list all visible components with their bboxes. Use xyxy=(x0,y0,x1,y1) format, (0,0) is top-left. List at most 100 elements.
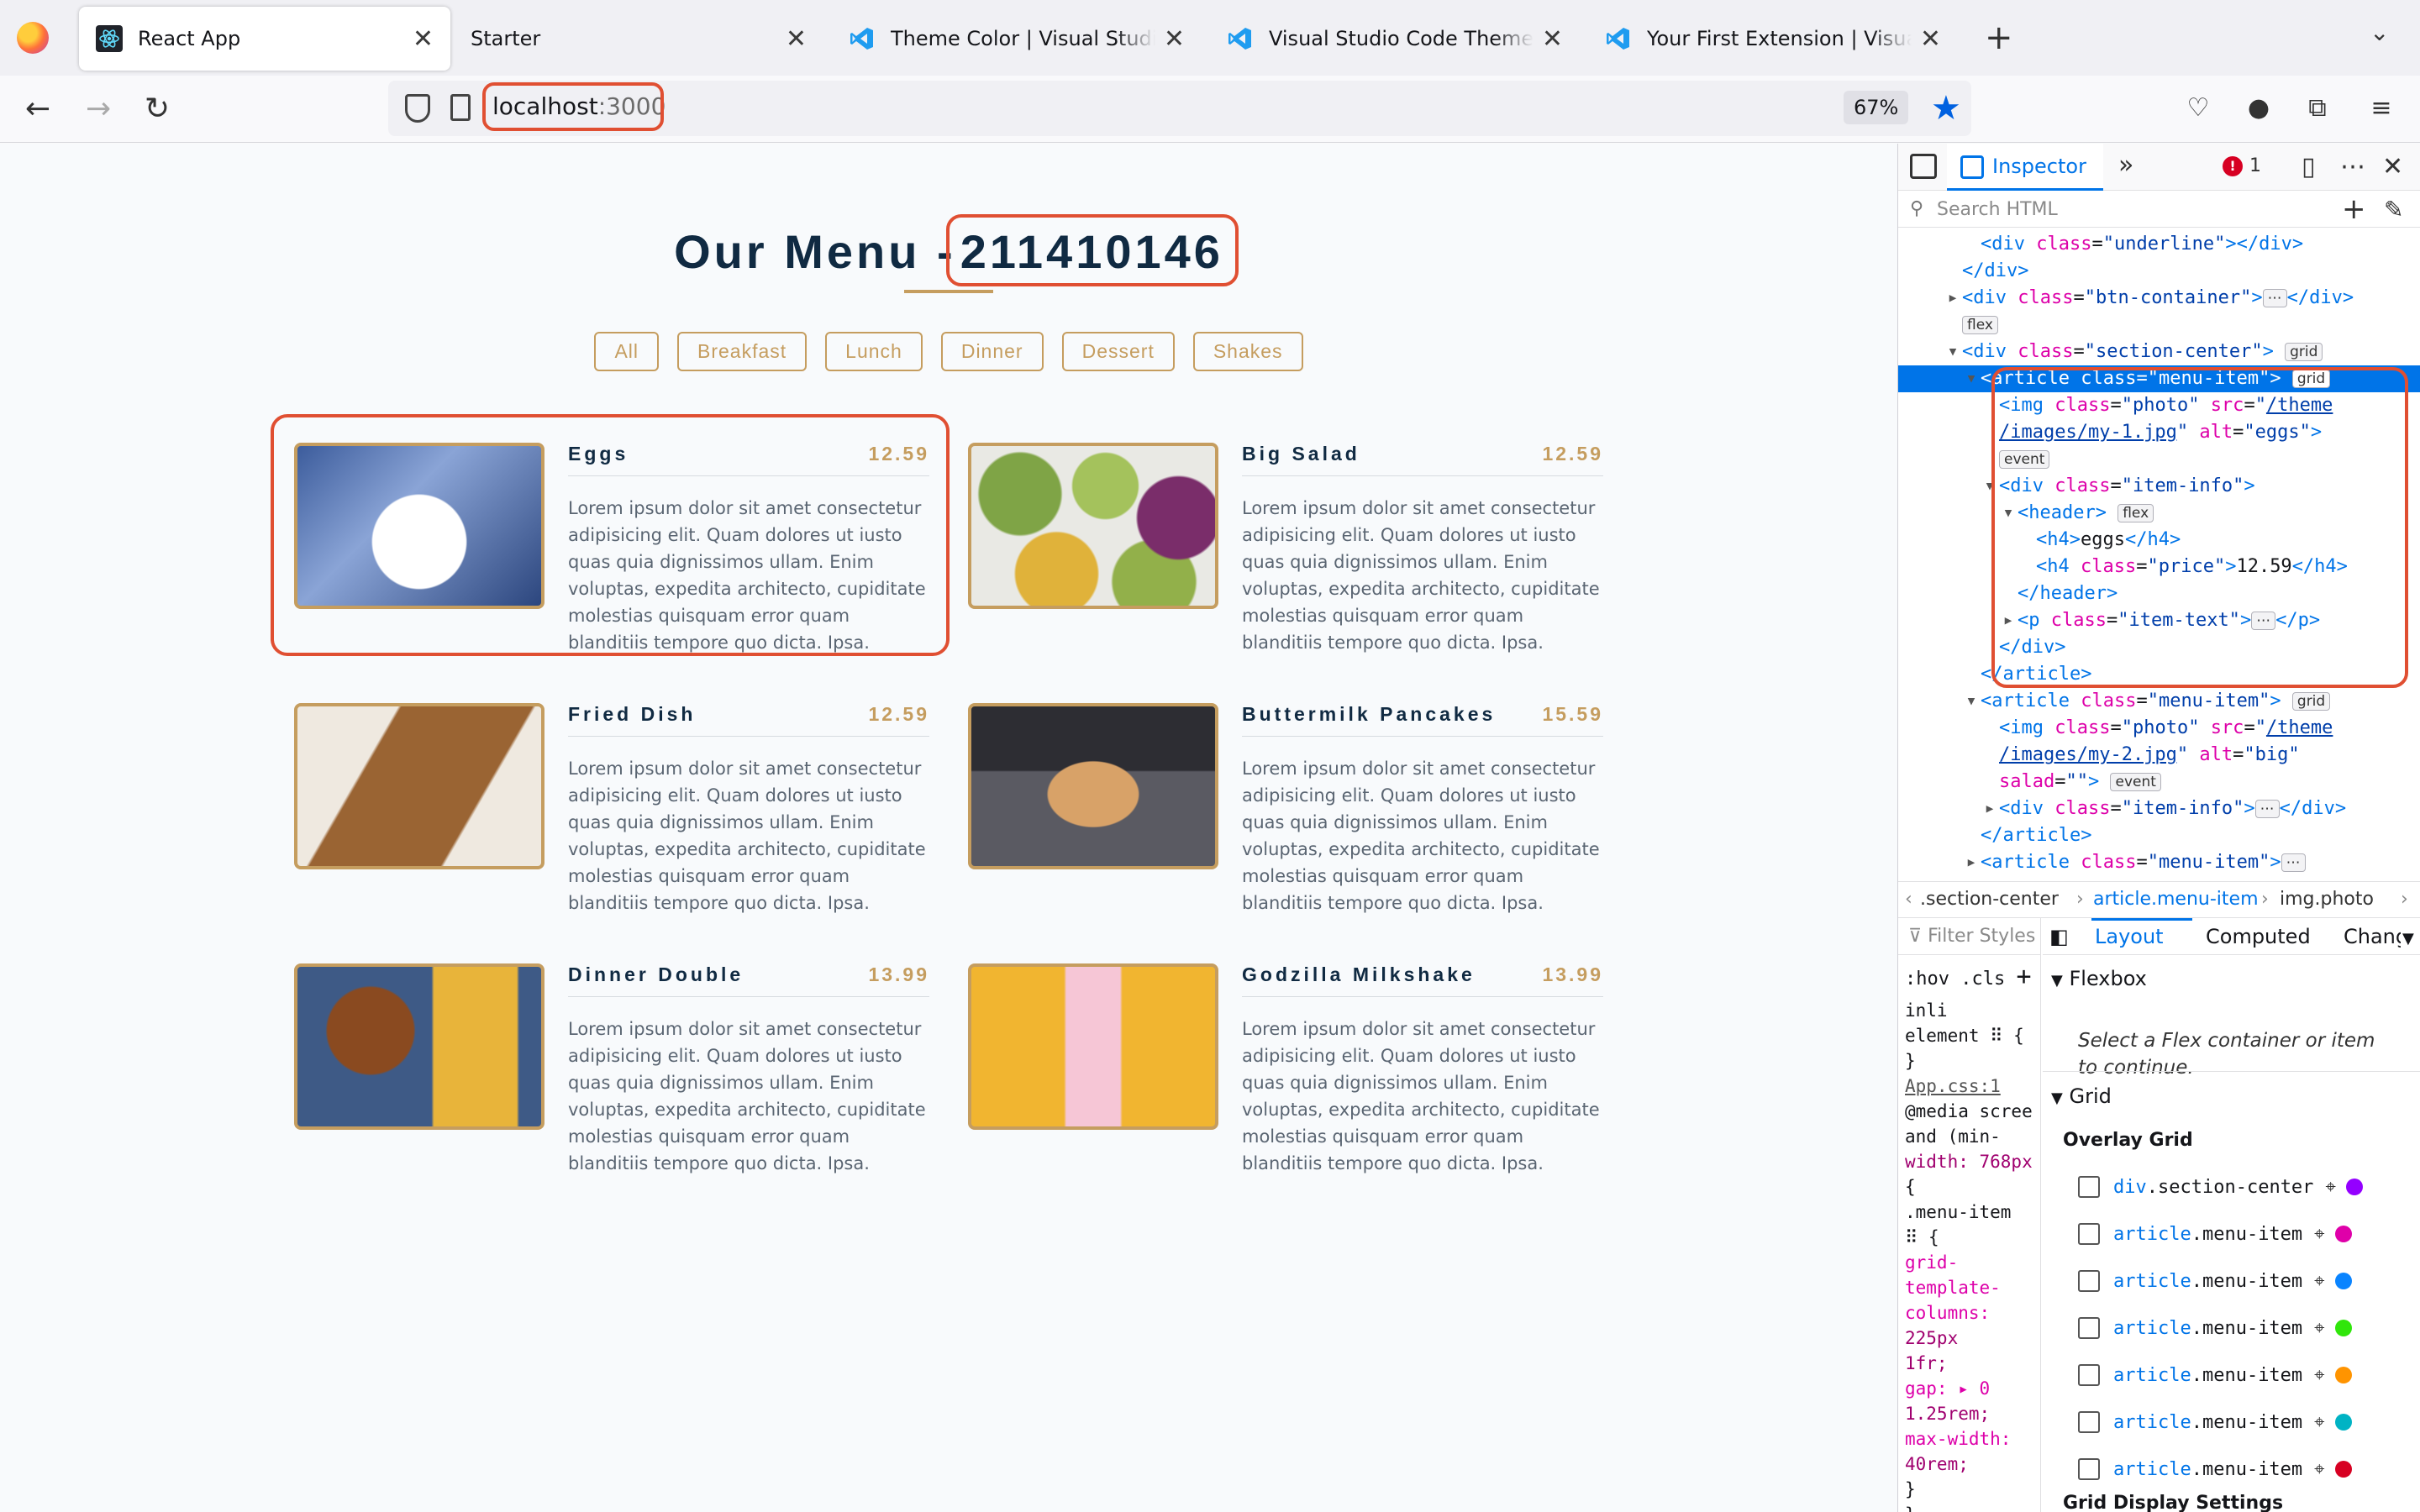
reload-button[interactable]: ↻ xyxy=(145,91,170,128)
expand-toggle-icon[interactable]: ▾ xyxy=(1944,339,1962,365)
add-node-button[interactable]: + xyxy=(2342,192,2366,226)
overlay-grid-row[interactable]: article.menu-item ⌖ xyxy=(2078,1405,2414,1439)
new-tab-button[interactable]: + xyxy=(1985,18,2013,57)
filter-button-breakfast[interactable]: Breakfast xyxy=(677,332,808,371)
breadcrumb-item[interactable]: img.photo xyxy=(2280,882,2374,917)
expand-toggle-icon[interactable]: ▸ xyxy=(1962,849,1981,876)
tab-changes[interactable]: Changes xyxy=(2344,925,2401,948)
highlight-target-icon[interactable]: ⌖ xyxy=(2314,1224,2324,1245)
app-menu-icon[interactable]: ≡ xyxy=(2366,92,2396,123)
search-html-input[interactable]: Search HTML xyxy=(1937,199,2058,220)
expand-toggle-icon[interactable]: ▾ xyxy=(1981,473,1999,500)
element-picker-icon[interactable] xyxy=(1910,154,1937,179)
markup-node[interactable]: ▾ <article class="menu-item"> grid xyxy=(1898,688,2420,715)
markup-node[interactable]: <h4 class="price">12.59</h4> xyxy=(1898,554,2420,580)
highlight-target-icon[interactable]: ⌖ xyxy=(2314,1412,2324,1433)
overlay-checkbox[interactable] xyxy=(2078,1270,2100,1292)
overlay-checkbox[interactable] xyxy=(2078,1411,2100,1433)
grid-section-header[interactable]: ▼ Grid xyxy=(2043,1084,2420,1108)
tracking-protection-shield-icon[interactable] xyxy=(405,94,430,123)
tab-first-extension[interactable]: Your First Extension | Visual Studio Cod… xyxy=(1588,7,1958,71)
expand-toggle-icon[interactable]: ▾ xyxy=(1962,365,1981,392)
devtools-menu-icon[interactable]: ⋯ xyxy=(2340,152,2365,181)
overlay-grid-row[interactable]: article.menu-item ⌖ xyxy=(2078,1264,2414,1298)
filter-button-dessert[interactable]: Dessert xyxy=(1061,332,1175,371)
markup-node[interactable]: </div> xyxy=(1898,258,2420,285)
grid-color-swatch[interactable] xyxy=(2334,1367,2352,1383)
add-rule-icon[interactable]: + xyxy=(2016,962,2031,991)
html-search-bar[interactable]: ⚲ Search HTML + ✎ xyxy=(1898,191,2420,228)
tab-react-app[interactable]: React App ✕ xyxy=(79,7,450,71)
filter-button-shakes[interactable]: Shakes xyxy=(1192,332,1303,371)
grid-color-swatch[interactable] xyxy=(2334,1461,2352,1478)
markup-node[interactable]: ▸ <p class="item-text"> ⋯ </p> xyxy=(1898,607,2420,634)
expand-toggle-icon[interactable]: ▸ xyxy=(1999,607,2018,634)
overlay-checkbox[interactable] xyxy=(2078,1223,2100,1245)
markup-node[interactable]: event xyxy=(1898,446,2420,473)
filter-button-lunch[interactable]: Lunch xyxy=(825,332,923,371)
firefox-icon[interactable] xyxy=(17,22,49,54)
tab-vscode-themes[interactable]: Visual Studio Code Themes ✕ xyxy=(1210,7,1580,71)
close-tab-icon[interactable]: ✕ xyxy=(413,24,434,54)
expand-toggle-icon[interactable]: ▸ xyxy=(1981,795,1999,822)
markup-node[interactable]: /images/my-1.jpg" alt="eggs"> xyxy=(1898,419,2420,446)
overlay-checkbox[interactable] xyxy=(2078,1364,2100,1386)
markup-node[interactable]: ▾ <header> flex xyxy=(1898,500,2420,527)
sidebar-toggle-icon[interactable]: ◧ xyxy=(2049,925,2069,948)
markup-node[interactable]: </header> xyxy=(1898,580,2420,607)
tab-theme-color[interactable]: Theme Color | Visual Studio Code ✕ xyxy=(832,7,1202,71)
page-info-icon[interactable] xyxy=(450,94,471,121)
markup-node[interactable]: ▾ <div class="item-info"> xyxy=(1898,473,2420,500)
pocket-icon[interactable]: ♡ xyxy=(2183,92,2213,123)
tab-computed[interactable]: Computed xyxy=(2206,925,2311,948)
expand-toggle-icon[interactable]: ▾ xyxy=(1962,688,1981,715)
highlight-target-icon[interactable]: ⌖ xyxy=(2325,1177,2335,1198)
overlay-grid-row[interactable]: article.menu-item ⌖ xyxy=(2078,1217,2414,1251)
overlay-grid-row[interactable]: article.menu-item ⌖ xyxy=(2078,1358,2414,1392)
forward-button[interactable]: → xyxy=(86,91,111,128)
filter-button-all[interactable]: All xyxy=(594,332,659,371)
overlay-checkbox[interactable] xyxy=(2078,1176,2100,1198)
markup-node[interactable]: /images/my-2.jpg" alt="big" xyxy=(1898,742,2420,769)
more-tabs-dropdown-icon[interactable]: ▼ xyxy=(2402,930,2414,948)
more-tools-chevron-icon[interactable]: » xyxy=(2118,150,2133,180)
close-tab-icon[interactable]: ✕ xyxy=(1542,24,1563,54)
markup-node[interactable]: ▸ <div class="item-info"> ⋯ </div> xyxy=(1898,795,2420,822)
grid-color-swatch[interactable] xyxy=(2334,1273,2352,1289)
markup-node[interactable]: </article> xyxy=(1898,822,2420,849)
back-button[interactable]: ← xyxy=(25,91,50,128)
close-tab-icon[interactable]: ✕ xyxy=(786,24,807,54)
highlight-target-icon[interactable]: ⌖ xyxy=(2314,1365,2324,1386)
markup-node[interactable]: flex xyxy=(1898,312,2420,339)
close-tab-icon[interactable]: ✕ xyxy=(1164,24,1185,54)
close-tab-icon[interactable]: ✕ xyxy=(1920,24,1941,54)
close-devtools-icon[interactable]: ✕ xyxy=(2382,152,2403,181)
expand-toggle-icon[interactable]: ▾ xyxy=(1999,500,2018,527)
markup-node[interactable]: <img class="photo" src="/theme xyxy=(1898,715,2420,742)
markup-node[interactable]: salad=""> event xyxy=(1898,769,2420,795)
grid-color-swatch[interactable] xyxy=(2345,1179,2363,1195)
highlight-target-icon[interactable]: ⌖ xyxy=(2314,1459,2324,1480)
highlight-target-icon[interactable]: ⌖ xyxy=(2314,1271,2324,1292)
markup-node[interactable]: ▸ <article class="menu-item"> ⋯ xyxy=(1898,849,2420,876)
flexbox-section-header[interactable]: ▼ Flexbox xyxy=(2043,967,2420,990)
breadcrumb-scroll-right-icon[interactable]: › xyxy=(2401,882,2408,917)
responsive-design-icon[interactable]: ▯ xyxy=(2302,152,2316,181)
markup-node[interactable]: </article> xyxy=(1898,661,2420,688)
markup-node[interactable]: ▾ <div class="section-center"> grid xyxy=(1898,339,2420,365)
breadcrumb-item[interactable]: .section-center xyxy=(1920,882,2059,917)
account-icon[interactable]: ● xyxy=(2244,92,2274,123)
markup-node[interactable]: ▸ <div class="btn-container"> ⋯ </div> xyxy=(1898,285,2420,312)
markup-node[interactable]: <div class="underline"></div> xyxy=(1898,231,2420,258)
eyedropper-icon[interactable]: ✎ xyxy=(2384,196,2403,223)
markup-node[interactable]: </div> xyxy=(1898,634,2420,661)
bookmark-star-icon[interactable]: ★ xyxy=(1931,89,1961,128)
overlay-checkbox[interactable] xyxy=(2078,1317,2100,1339)
filter-button-dinner[interactable]: Dinner xyxy=(940,332,1044,371)
markup-node[interactable]: <img class="photo" src="/theme xyxy=(1898,392,2420,419)
tab-inspector[interactable]: Inspector xyxy=(1947,144,2103,191)
overlay-grid-row[interactable]: article.menu-item ⌖ xyxy=(2078,1311,2414,1345)
breadcrumb-scroll-left-icon[interactable]: ‹ xyxy=(1905,882,1912,917)
filter-styles-input[interactable]: ⊽ Filter Styles xyxy=(1898,918,2040,955)
markup-node-selected[interactable]: ▾ <article class="menu-item"> grid xyxy=(1898,365,2420,392)
